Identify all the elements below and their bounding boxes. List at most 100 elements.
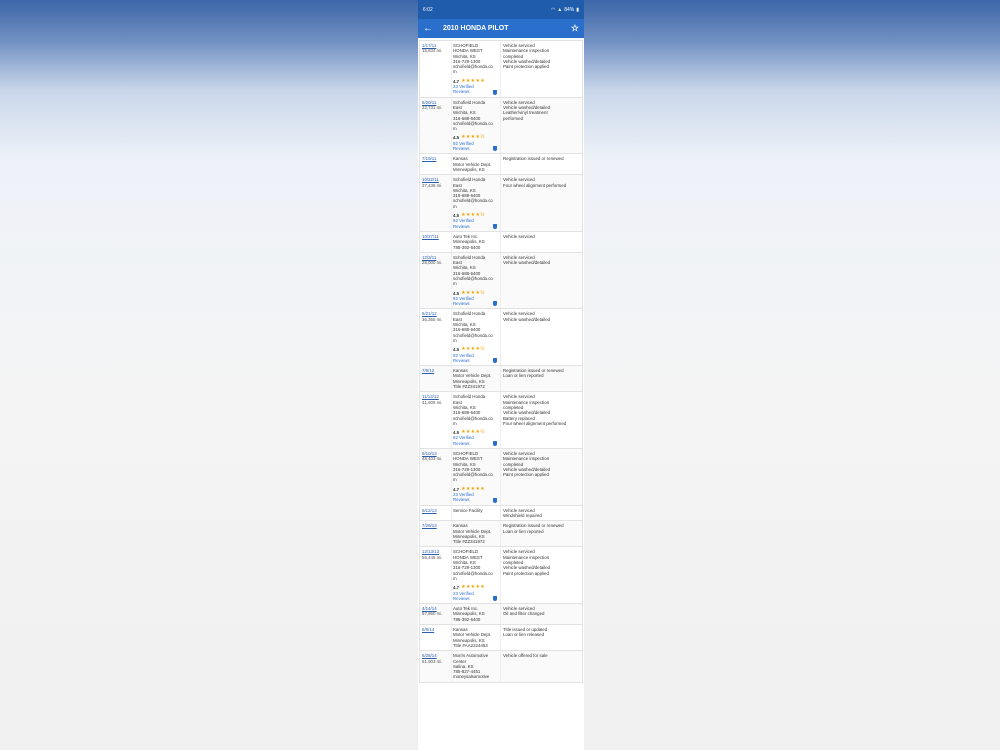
reviews-text: Reviews bbox=[453, 595, 470, 601]
history-row: 5/8/14 Kansas Motor Vehicle Dept. Minneapol… bbox=[419, 625, 583, 652]
history-row: 11/12/12 41,605 mi. Schofield Honda East Wic… bbox=[419, 392, 583, 449]
date-cell: 1/17/11 15,834 mi. bbox=[420, 41, 452, 97]
record-date-link[interactable]: 10/27/11 bbox=[422, 234, 450, 239]
details-cell: Vehicle serviced Windshield repaired bbox=[501, 506, 582, 521]
detail-line: Windshield repaired bbox=[503, 512, 542, 518]
record-date-link[interactable]: 7/26/13 bbox=[422, 523, 450, 528]
favorite-star-icon[interactable]: ☆ bbox=[571, 23, 579, 34]
verified-reviews-link[interactable]: 92 Verified Reviews bbox=[453, 353, 499, 364]
source-cell: Kansas Motor Vehicle Dept. Minneapolis, KS… bbox=[452, 625, 501, 651]
reviews-text: Reviews bbox=[453, 146, 470, 152]
source-line: moneysalsamotive bbox=[453, 674, 490, 680]
details-cell: Vehicle offered for sale bbox=[501, 651, 582, 681]
source-line: schofield@honda.co bbox=[453, 472, 493, 478]
source-line: schofield@honda.co bbox=[453, 415, 493, 421]
source-line: Title #ZZ341972 bbox=[453, 539, 485, 545]
source-cell: Morris Automotive Center Salina, KS 785-827… bbox=[452, 651, 501, 682]
source-cell: Schofield Honda East Wichita, KS 316-688-64… bbox=[452, 309, 501, 366]
details-cell: Vehicle serviced Maintenance inspection co… bbox=[501, 449, 582, 505]
details-cell: Vehicle serviced bbox=[501, 232, 582, 252]
date-cell: 7/19/11 bbox=[420, 154, 452, 175]
detail-line: Oil and filter changed bbox=[503, 611, 545, 617]
source-line: Service Facility bbox=[453, 507, 483, 513]
date-cell: 6/21/12 36,365 mi. bbox=[420, 309, 452, 366]
history-row: 6/20/11 22,731 mi. Schofield Honda East Wich… bbox=[419, 97, 583, 155]
back-arrow-icon[interactable]: ← bbox=[423, 23, 437, 34]
details-cell: Vehicle serviced Maintenance inspection co… bbox=[501, 392, 582, 448]
date-cell: 6/12/13 bbox=[420, 505, 452, 521]
history-row: 6/12/13 Service Facility Vehicle serviced W… bbox=[419, 505, 583, 522]
verified-reviews-link[interactable]: 92 Verified Reviews bbox=[453, 218, 499, 229]
details-cell: Vehicle serviced Vehicle washed/detailed bbox=[501, 309, 582, 365]
history-row: 7/19/11 Kansas Motor Vehicle Dept. Minneapo… bbox=[419, 154, 583, 176]
source-line: m bbox=[453, 575, 457, 581]
history-row: 7/9/12 Kansas Motor Vehicle Dept. Minneapol… bbox=[419, 366, 583, 393]
record-date-link[interactable]: 7/9/12 bbox=[422, 368, 450, 373]
source-cell: SCHOFIELD HONDA WEST Wichita, KS 316-729-13… bbox=[452, 41, 501, 97]
history-row: 10/27/11 Auto Tek Inc. Minneapolis, KS 785-… bbox=[419, 231, 583, 253]
detail-line: Four wheel alignment performed bbox=[503, 420, 567, 426]
record-mileage: 48,403 mi. bbox=[422, 456, 443, 462]
detail-line: Paint protection applied bbox=[503, 64, 549, 70]
reviews-text: Reviews bbox=[453, 223, 470, 229]
verified-shield-icon bbox=[493, 497, 497, 503]
source-cell: Kansas Motor Vehicle Dept. Minneapolis, KS bbox=[452, 154, 501, 175]
record-mileage: 15,834 mi. bbox=[422, 48, 443, 54]
date-cell: 7/9/12 bbox=[420, 366, 452, 392]
source-line: m bbox=[453, 281, 457, 287]
status-battery: 84% bbox=[564, 6, 575, 13]
verified-reviews-link[interactable]: 23 Verified Reviews bbox=[453, 492, 499, 503]
record-mileage: 27,436 mi. bbox=[422, 182, 443, 188]
reviews-text: Reviews bbox=[453, 301, 470, 307]
verified-shield-icon bbox=[493, 441, 497, 446]
history-row: 1/17/11 15,834 mi. SCHOFIELD HONDA WEST Wich… bbox=[419, 40, 583, 98]
verified-shield-icon bbox=[493, 146, 497, 152]
verified-reviews-link[interactable]: 92 Verified Reviews bbox=[453, 296, 499, 307]
status-right: ◠ ▲ 84% ▮ bbox=[551, 7, 579, 13]
record-mileage: 57,860 mi. bbox=[422, 611, 443, 617]
source-cell: Schofield Honda East Wichita, KS 316-688-64… bbox=[452, 392, 501, 448]
detail-line: Loan or lien released bbox=[503, 632, 545, 638]
verified-shield-icon bbox=[493, 301, 497, 307]
record-date-link[interactable]: 7/19/11 bbox=[422, 156, 450, 161]
reviews-text: 92 Verified bbox=[453, 218, 474, 224]
source-line: 785-392-6400 bbox=[453, 244, 481, 250]
record-mileage: 22,731 mi. bbox=[422, 104, 443, 110]
record-mileage: 55,445 mi. bbox=[422, 554, 443, 560]
history-row: 10/22/11 27,436 mi. Schofield Honda East Wic… bbox=[419, 175, 583, 232]
source-line: schofield@honda.co bbox=[453, 332, 493, 338]
verified-reviews-link[interactable]: 23 Verified Reviews bbox=[453, 591, 499, 602]
verified-reviews-link[interactable]: 92 Verified Reviews bbox=[453, 141, 499, 152]
detail-line: Vehicle serviced bbox=[503, 233, 535, 239]
source-cell: SCHOFIELD HONDA WEST Wichita, KS 316-729-13… bbox=[452, 547, 501, 604]
record-date-link[interactable]: 5/8/14 bbox=[422, 627, 450, 632]
date-cell: 6/20/11 22,731 mi. bbox=[420, 97, 452, 154]
date-cell: 4/14/14 57,860 mi. bbox=[420, 604, 452, 625]
source-line: m bbox=[453, 203, 457, 209]
source-line: Title #AA2224453 bbox=[453, 642, 488, 648]
record-date-link[interactable]: 6/12/13 bbox=[422, 508, 450, 513]
date-cell: 11/12/12 41,605 mi. bbox=[420, 392, 452, 448]
source-cell: Kansas Motor Vehicle Dept. Minneapolis, KS… bbox=[452, 521, 501, 547]
date-cell: 10/27/11 bbox=[420, 231, 452, 252]
source-line: schofield@honda.co bbox=[453, 275, 493, 281]
history-row: 12/3/11 28,000 mi. Schofield Honda East Wich… bbox=[419, 252, 583, 310]
date-cell: 7/26/13 bbox=[420, 521, 452, 547]
source-cell: Kansas Motor Vehicle Dept. Minneapolis, KS… bbox=[452, 366, 501, 392]
details-cell: Vehicle serviced Oil and filter changed bbox=[501, 604, 582, 624]
battery-icon: ▮ bbox=[576, 6, 579, 13]
record-mileage: 28,000 mi. bbox=[422, 260, 443, 266]
verified-shield-icon bbox=[493, 89, 497, 95]
history-row: 6/21/12 36,365 mi. Schofield Honda East Wich… bbox=[419, 309, 583, 367]
history-list: 1/17/11 15,834 mi. SCHOFIELD HONDA WEST Wich… bbox=[418, 38, 584, 683]
history-row: 5/10/13 48,403 mi. SCHOFIELD HONDA WEST Wich… bbox=[419, 449, 583, 506]
status-time: 6:02 bbox=[423, 6, 433, 13]
details-cell: Vehicle serviced Vehicle washed/detailed bbox=[501, 253, 582, 309]
detail-line: Vehicle offered for sale bbox=[503, 653, 548, 659]
verified-reviews-link[interactable]: 23 Verified Reviews bbox=[453, 84, 499, 95]
history-row: 6/28/14 61,903 mi. Morris Automotive Center… bbox=[419, 651, 583, 683]
verified-shield-icon bbox=[493, 596, 497, 602]
detail-line: performed bbox=[503, 115, 524, 121]
verified-reviews-link[interactable]: 92 Verified Reviews bbox=[453, 435, 499, 446]
reviews-text: Reviews bbox=[453, 357, 470, 363]
